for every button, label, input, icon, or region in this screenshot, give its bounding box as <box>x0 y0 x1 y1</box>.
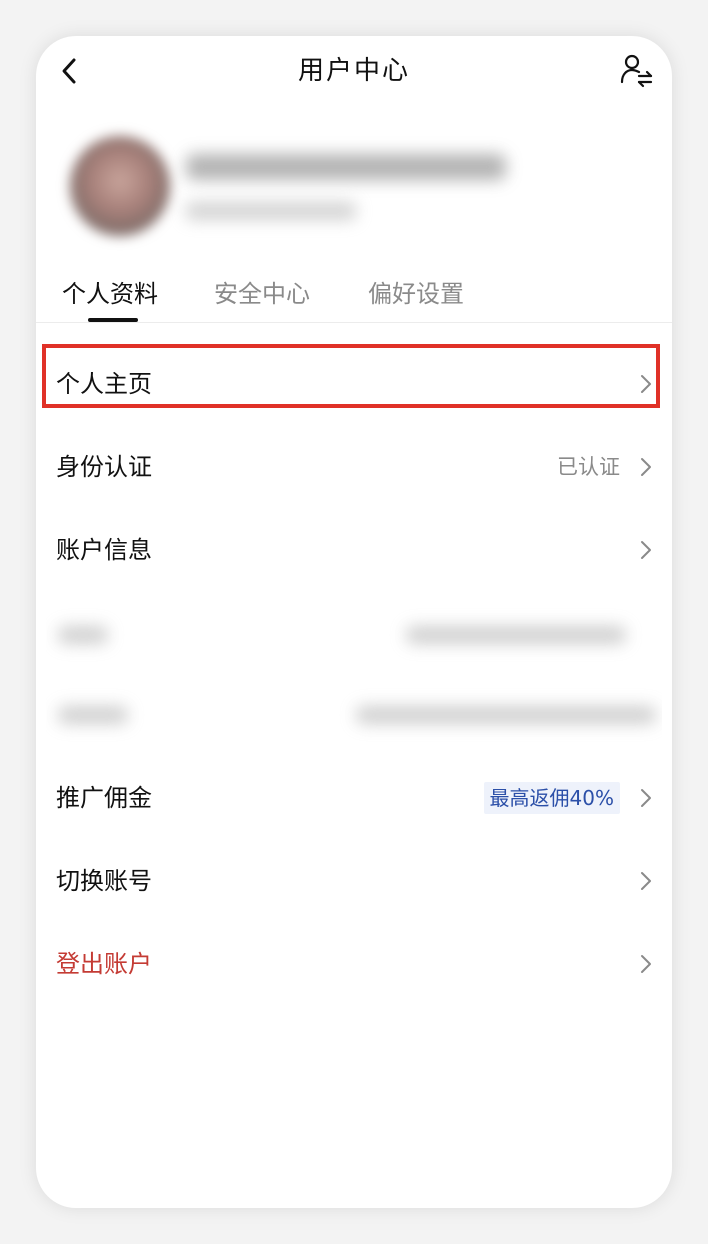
tab-preferences[interactable]: 偏好设置 <box>368 276 464 322</box>
menu-item-identity-verification[interactable]: 身份认证 已认证 <box>36 431 672 503</box>
commission-badge: 最高返佣40% <box>483 782 620 814</box>
tab-personal-info[interactable]: 个人资料 <box>62 276 158 322</box>
menu-item-label: 账户信息 <box>56 536 152 564</box>
verification-status: 已认证 <box>557 455 620 479</box>
chevron-right-icon <box>641 955 651 973</box>
tab-security-center[interactable]: 安全中心 <box>214 276 310 322</box>
menu-item-label: 推广佣金 <box>56 784 152 812</box>
chevron-right-icon <box>641 872 651 890</box>
chevron-right-icon <box>641 458 651 476</box>
menu-item-label: 身份认证 <box>56 453 152 481</box>
blurred-value <box>356 706 656 724</box>
active-tab-indicator <box>88 318 138 322</box>
avatar <box>70 136 170 236</box>
page-title: 用户中心 <box>297 56 410 86</box>
chevron-right-icon <box>641 541 651 559</box>
profile-summary-blurred <box>46 114 662 262</box>
menu-item-logout[interactable]: 登出账户 <box>36 928 672 1000</box>
chevron-right-icon <box>641 789 651 807</box>
chevron-left-icon <box>62 58 76 84</box>
profile-tabs: 个人资料 安全中心 偏好设置 <box>36 276 672 323</box>
phone-screen: 用户中心 个人资料 安全中心 偏好设置 个人主页 身份认证 已认证 账户信息 推… <box>36 36 672 1208</box>
blurred-user-name <box>186 154 506 180</box>
blurred-label <box>58 706 128 724</box>
chevron-right-icon <box>641 375 651 393</box>
blurred-account-details <box>46 604 662 754</box>
blurred-label <box>58 626 108 644</box>
blurred-user-id <box>186 202 356 220</box>
menu-item-account-info[interactable]: 账户信息 <box>36 514 672 586</box>
top-navigation-bar: 用户中心 <box>36 36 672 106</box>
menu-item-personal-homepage[interactable]: 个人主页 <box>36 348 672 420</box>
user-switch-icon <box>620 54 653 88</box>
blurred-value <box>406 626 626 644</box>
menu-item-referral-commission[interactable]: 推广佣金 最高返佣40% <box>36 762 672 834</box>
menu-item-label: 切换账号 <box>56 867 152 895</box>
menu-item-label: 登出账户 <box>56 950 152 978</box>
menu-item-label: 个人主页 <box>56 370 152 398</box>
switch-user-button[interactable] <box>618 52 654 88</box>
menu-item-switch-account[interactable]: 切换账号 <box>36 845 672 917</box>
back-button[interactable] <box>56 54 86 88</box>
